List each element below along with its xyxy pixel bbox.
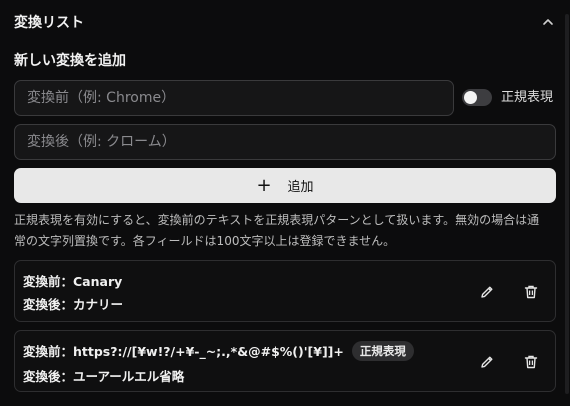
edit-button[interactable] — [476, 351, 498, 373]
add-button[interactable]: + 追加 — [14, 168, 556, 203]
help-text: 正規表現を有効にすると、変換前のテキストを正規表現パターンとして扱います。無効の… — [14, 210, 554, 252]
section-title: 変換リスト — [14, 15, 84, 31]
add-form-title: 新しい変換を追加 — [14, 53, 126, 69]
help-text-line: 正規表現を有効にすると、変換前のテキストを正規表現パターンとして扱います。無効の… — [14, 213, 540, 227]
help-text-line: 常の文字列置換です。各フィールドは100文字以上は登録できません。 — [14, 234, 396, 248]
add-button-label: 追加 — [287, 180, 314, 195]
scrollbar[interactable] — [565, 14, 569, 394]
trash-icon — [524, 285, 538, 299]
regex-toggle-label: 正規表現 — [501, 90, 554, 105]
regex-toggle[interactable] — [462, 89, 492, 106]
trash-icon — [524, 355, 538, 369]
delete-button[interactable] — [520, 351, 542, 373]
rule-card: 変換前：https?://[¥w!?/+¥-_~;.,*&@#$%()'[¥]]… — [14, 330, 556, 392]
rule-card: 変換前：Canary 変換後：カナリー — [14, 260, 556, 322]
toggle-knob — [464, 91, 477, 104]
rule-before: 変換前：Canary — [23, 274, 123, 289]
after-input[interactable] — [14, 124, 556, 160]
rule-after: 変換後：カナリー — [23, 297, 124, 312]
pencil-icon — [481, 356, 493, 368]
collapse-button[interactable] — [538, 12, 558, 32]
chevron-up-icon — [543, 19, 553, 25]
edit-button[interactable] — [476, 281, 498, 303]
rule-after: 変換後：ユーアールエル省略 — [23, 369, 185, 384]
rule-before: 変換前：https?://[¥w!?/+¥-_~;.,*&@#$%()'[¥]]… — [23, 344, 344, 359]
before-input[interactable] — [14, 80, 454, 116]
regex-badge: 正規表現 — [351, 341, 414, 361]
delete-button[interactable] — [520, 281, 542, 303]
rule-before-row: 変換前：https?://[¥w!?/+¥-_~;.,*&@#$%()'[¥]]… — [23, 341, 414, 361]
plus-icon: + — [256, 174, 272, 196]
pencil-icon — [481, 286, 493, 298]
